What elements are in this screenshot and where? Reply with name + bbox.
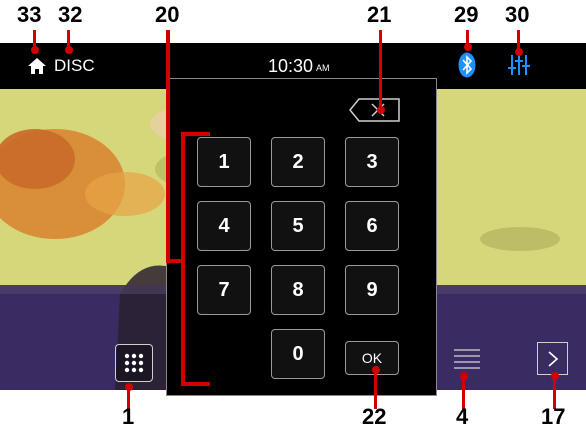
list-icon[interactable]: [453, 347, 481, 373]
clock-time: 10:30: [268, 56, 314, 76]
dot-21: [377, 106, 385, 114]
bracket-20-top: [181, 132, 210, 136]
dot-22: [372, 366, 380, 374]
callout-20: 20: [155, 2, 180, 27]
callout-30: 30: [505, 2, 530, 27]
key-8[interactable]: 8: [271, 265, 325, 315]
dot-29: [464, 43, 472, 51]
bracket-20-bottom: [181, 382, 210, 386]
key-6[interactable]: 6: [345, 201, 399, 251]
dot-4: [460, 372, 468, 380]
leader-20-vertical: [166, 30, 170, 262]
bracket-20-spine: [181, 132, 185, 386]
key-0[interactable]: 0: [271, 329, 325, 379]
callout-4: 4: [456, 404, 469, 429]
next-button[interactable]: [537, 342, 568, 375]
callout-32: 32: [58, 2, 83, 27]
leader-22: [374, 368, 377, 409]
clock: 10:30 AM: [268, 55, 330, 77]
dot-30: [515, 48, 523, 56]
callout-33: 33: [17, 2, 42, 27]
key-4[interactable]: 4: [197, 201, 251, 251]
equalizer-icon[interactable]: [508, 54, 530, 76]
callout-1: 1: [122, 404, 135, 429]
key-5[interactable]: 5: [271, 201, 325, 251]
grid-icon: [124, 353, 144, 373]
callout-17: 17: [541, 404, 566, 429]
dot-1: [125, 383, 133, 391]
chevron-right-icon: [547, 350, 558, 367]
key-9[interactable]: 9: [345, 265, 399, 315]
callout-21: 21: [367, 2, 392, 27]
key-1[interactable]: 1: [197, 137, 251, 187]
key-7[interactable]: 7: [197, 265, 251, 315]
key-2[interactable]: 2: [271, 137, 325, 187]
source-label[interactable]: DISC: [54, 56, 95, 76]
clock-ampm: AM: [316, 63, 330, 73]
dot-17: [551, 372, 559, 380]
bluetooth-icon[interactable]: [458, 52, 476, 78]
callout-22: 22: [362, 404, 387, 429]
backspace-icon[interactable]: [349, 96, 401, 124]
dot-33: [31, 46, 39, 54]
dot-32: [65, 46, 73, 54]
leader-21: [379, 30, 382, 110]
home-icon[interactable]: [27, 56, 47, 76]
keypad-toggle-button[interactable]: [115, 344, 153, 382]
key-3[interactable]: 3: [345, 137, 399, 187]
callout-29: 29: [454, 2, 479, 27]
